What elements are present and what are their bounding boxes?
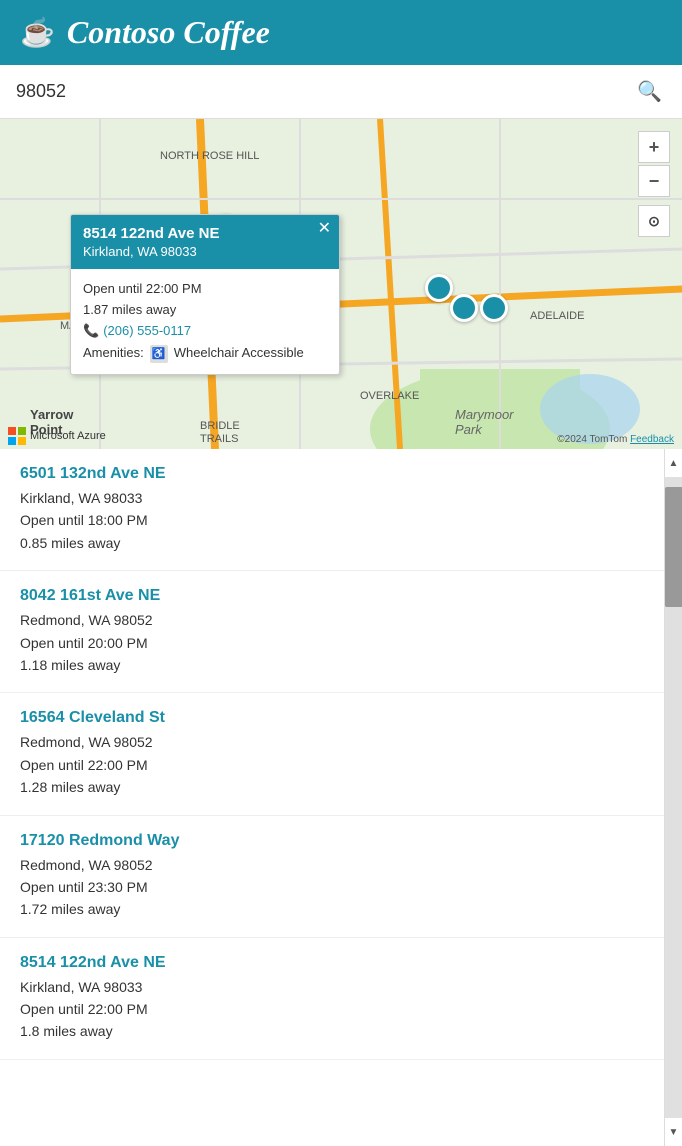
result-address-4[interactable]: 8514 122nd Ave NE xyxy=(20,954,644,972)
map-attribution: ©2024 TomTom Feedback xyxy=(557,434,674,445)
popup-city: Kirkland, WA 98033 xyxy=(83,244,327,259)
result-city-0: Kirkland, WA 98033 xyxy=(20,487,644,509)
result-address-0[interactable]: 6501 132nd Ave NE xyxy=(20,465,644,483)
phone-icon: 📞 xyxy=(83,321,99,342)
microsoft-logo xyxy=(8,427,26,445)
svg-text:Yarrow: Yarrow xyxy=(30,407,74,422)
result-item: 6501 132nd Ave NE Kirkland, WA 98033 Ope… xyxy=(0,449,664,571)
result-address-1[interactable]: 8042 161st Ave NE xyxy=(20,587,644,605)
svg-text:Marymoor: Marymoor xyxy=(455,407,514,422)
popup-address: 8514 122nd Ave NE xyxy=(83,225,327,242)
svg-text:TRAILS: TRAILS xyxy=(200,433,239,445)
zoom-out-button[interactable]: − xyxy=(638,165,670,197)
feedback-link[interactable]: Feedback xyxy=(630,434,674,445)
location-button[interactable]: ⊙ xyxy=(638,205,670,237)
result-distance-1: 1.18 miles away xyxy=(20,654,644,676)
map-pin-3[interactable] xyxy=(480,294,508,322)
result-address-2[interactable]: 16564 Cleveland St xyxy=(20,709,644,727)
scroll-track[interactable] xyxy=(665,477,682,1118)
zoom-in-button[interactable]: + xyxy=(638,131,670,163)
result-city-2: Redmond, WA 98052 xyxy=(20,731,644,753)
result-city-3: Redmond, WA 98052 xyxy=(20,854,644,876)
popup-header: 8514 122nd Ave NE Kirkland, WA 98033 ✕ xyxy=(71,215,339,269)
azure-badge: Microsoft Azure xyxy=(8,427,106,445)
map-pin-2[interactable] xyxy=(450,294,478,322)
result-address-3[interactable]: 17120 Redmond Way xyxy=(20,832,644,850)
results-wrapper: 6501 132nd Ave NE Kirkland, WA 98033 Ope… xyxy=(0,449,682,1146)
scroll-thumb[interactable] xyxy=(665,487,682,607)
map-container[interactable]: MARKET NORTH ROSE HILL OVERLAKE ADELAIDE… xyxy=(0,119,682,449)
popup-close-button[interactable]: ✕ xyxy=(318,221,331,237)
popup-phone[interactable]: (206) 555-0117 xyxy=(103,321,191,342)
svg-text:NORTH ROSE HILL: NORTH ROSE HILL xyxy=(160,150,259,162)
result-hours-4: Open until 22:00 PM xyxy=(20,998,644,1020)
result-distance-0: 0.85 miles away xyxy=(20,532,644,554)
scrollbar: ▲ ▼ xyxy=(664,449,682,1146)
svg-text:ADELAIDE: ADELAIDE xyxy=(530,310,584,322)
coffee-icon: ☕ xyxy=(20,16,55,49)
result-city-1: Redmond, WA 98052 xyxy=(20,609,644,631)
result-city-4: Kirkland, WA 98033 xyxy=(20,976,644,998)
wheelchair-icon: ♿ xyxy=(150,345,168,363)
result-item: 17120 Redmond Way Redmond, WA 98052 Open… xyxy=(0,816,664,938)
result-distance-3: 1.72 miles away xyxy=(20,898,644,920)
azure-label: Microsoft Azure xyxy=(30,430,106,442)
result-item: 8042 161st Ave NE Redmond, WA 98052 Open… xyxy=(0,571,664,693)
result-item: 16564 Cleveland St Redmond, WA 98052 Ope… xyxy=(0,693,664,815)
amenity-label: Wheelchair Accessible xyxy=(174,343,304,364)
popup-hours: Open until 22:00 PM xyxy=(83,279,327,300)
popup-distance: 1.87 miles away xyxy=(83,300,327,321)
map-popup: 8514 122nd Ave NE Kirkland, WA 98033 ✕ O… xyxy=(70,214,340,375)
scroll-down-button[interactable]: ▼ xyxy=(665,1118,682,1146)
map-pin-1[interactable] xyxy=(425,274,453,302)
search-button[interactable]: 🔍 xyxy=(633,75,666,108)
popup-body: Open until 22:00 PM 1.87 miles away 📞 (2… xyxy=(71,269,339,374)
result-distance-4: 1.8 miles away xyxy=(20,1020,644,1042)
result-hours-1: Open until 20:00 PM xyxy=(20,632,644,654)
app-header: ☕ Contoso Coffee xyxy=(0,0,682,65)
search-bar: 🔍 xyxy=(0,65,682,119)
result-hours-3: Open until 23:30 PM xyxy=(20,876,644,898)
svg-text:BRIDLE: BRIDLE xyxy=(200,420,240,432)
result-distance-2: 1.28 miles away xyxy=(20,776,644,798)
result-hours-0: Open until 18:00 PM xyxy=(20,509,644,531)
results-list: 6501 132nd Ave NE Kirkland, WA 98033 Ope… xyxy=(0,449,664,1146)
amenities-label: Amenities: xyxy=(83,343,144,364)
search-input[interactable] xyxy=(16,81,633,102)
result-item: 8514 122nd Ave NE Kirkland, WA 98033 Ope… xyxy=(0,938,664,1060)
app-title: Contoso Coffee xyxy=(67,14,270,51)
svg-text:OVERLAKE: OVERLAKE xyxy=(360,390,419,402)
map-controls: + − ⊙ xyxy=(638,131,670,237)
popup-amenities: Amenities: ♿ Wheelchair Accessible xyxy=(83,343,327,364)
scroll-up-button[interactable]: ▲ xyxy=(665,449,682,477)
result-hours-2: Open until 22:00 PM xyxy=(20,754,644,776)
svg-text:Park: Park xyxy=(455,422,483,437)
